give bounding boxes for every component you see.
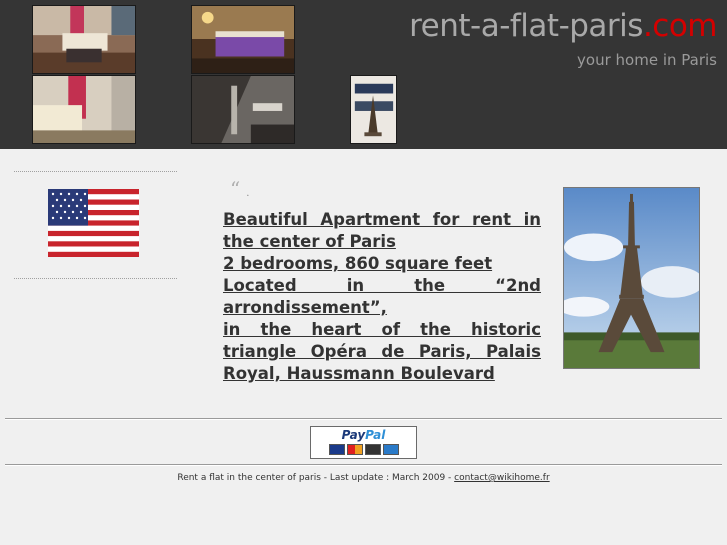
description-line: Beautiful Apartment for rent in	[223, 210, 541, 229]
eiffel-tower-photo[interactable]	[563, 187, 700, 369]
divider-dotted-top	[14, 171, 177, 172]
brand-logo[interactable]: rent-a-flat-paris.com your home in Paris	[409, 8, 717, 70]
description-line: the center of Paris	[223, 232, 396, 251]
paypal-logo: PayPal	[341, 428, 386, 442]
description-line: 2 bedrooms, 860 square feet	[223, 254, 493, 273]
site-header: rent-a-flat-paris.com your home in Paris	[0, 0, 727, 149]
footer-text: Rent a flat in the center of paris - Las…	[177, 473, 455, 483]
amex-icon	[383, 444, 399, 455]
description-line: Located in the “2nd	[223, 276, 541, 295]
divider-bottom	[5, 464, 722, 466]
paypal-button[interactable]: PayPal	[310, 426, 417, 459]
description-line: arrondissement”,	[223, 298, 387, 317]
quote-mark-icon: “.	[230, 177, 250, 201]
brand-tld: .com	[642, 8, 718, 44]
living-room-photo[interactable]	[32, 5, 136, 74]
brand-tagline: your home in Paris	[577, 51, 717, 69]
contact-email-link[interactable]: contact@wikihome.fr	[454, 473, 550, 483]
footer: Rent a flat in the center of paris - Las…	[0, 473, 727, 483]
brand-name: rent-a-flat-paris.com	[409, 8, 717, 44]
accepted-cards	[329, 444, 399, 455]
description-line: in the heart of the historic	[223, 320, 541, 339]
bedroom-photo[interactable]	[191, 5, 295, 74]
us-flag-icon[interactable]	[48, 189, 139, 257]
description-line: triangle Opéra de Paris, Palais	[223, 342, 541, 361]
discover-icon	[365, 444, 381, 455]
kitchen-photo[interactable]	[191, 75, 295, 144]
description-line: Royal, Haussmann Boulevard	[223, 364, 495, 383]
sofa-photo[interactable]	[32, 75, 136, 144]
eiffel-figurine-photo[interactable]	[350, 75, 397, 144]
mastercard-icon	[347, 444, 363, 455]
quote-dot: .	[246, 188, 250, 199]
apartment-description[interactable]: Beautiful Apartment for rent in the cent…	[223, 209, 541, 385]
visa-icon	[329, 444, 345, 455]
divider-top	[5, 418, 722, 420]
divider-dotted-bottom	[14, 278, 177, 279]
